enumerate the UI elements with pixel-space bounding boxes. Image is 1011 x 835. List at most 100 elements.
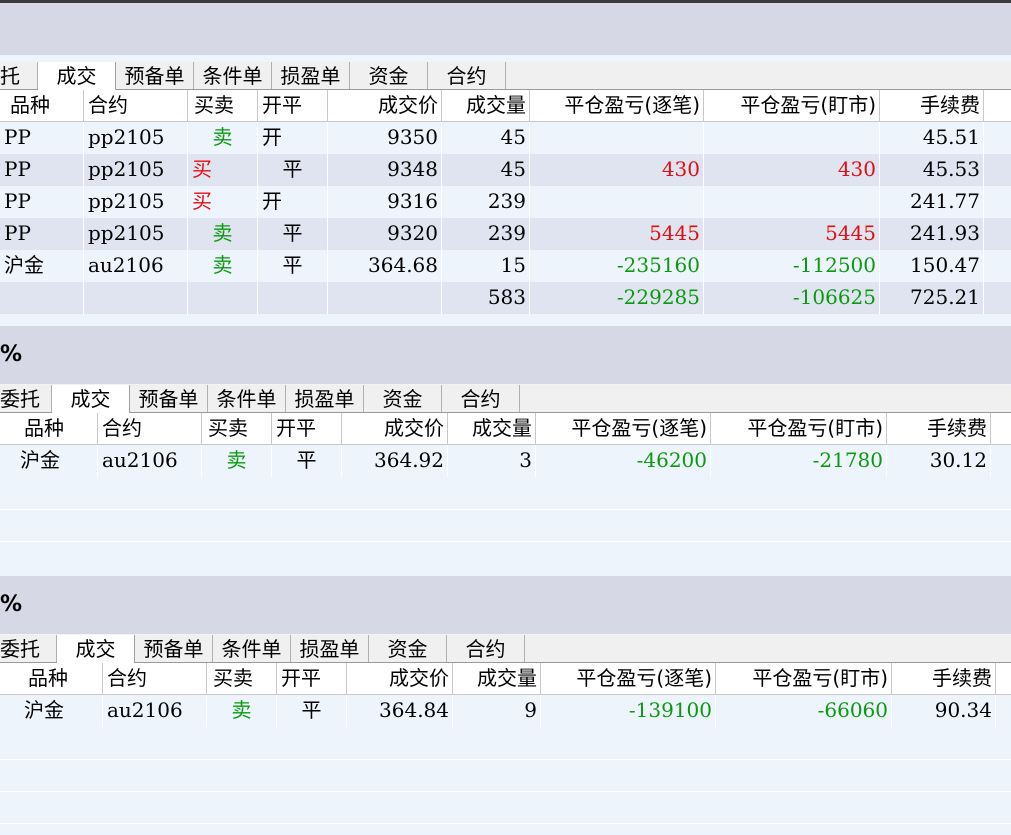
table-row[interactable]: 沪金 au2106 卖 平 364.68 15 -235160 -112500 … bbox=[0, 250, 1011, 282]
cell-fee: 30.12 bbox=[887, 445, 991, 477]
panel-2-table-body: 沪金 au2106 卖 平 364.92 3 -46200 -21780 30.… bbox=[0, 445, 1011, 575]
cell-quantity: 239 bbox=[442, 186, 530, 218]
col-open-close[interactable]: 开平 bbox=[258, 90, 328, 121]
panel-2-percent: % bbox=[0, 342, 23, 367]
table-row[interactable]: PP pp2105 卖 开 9350 45 45.51 bbox=[0, 122, 1011, 154]
cell-side: 卖 bbox=[188, 218, 258, 250]
cell-pnl-mark-to-market: -112500 bbox=[704, 250, 880, 282]
cell-fee: 45.51 bbox=[880, 122, 984, 154]
cell-pnl-by-trade: -46200 bbox=[536, 445, 711, 477]
cell-variety: PP bbox=[0, 154, 84, 186]
totals-row[interactable]: 583 -229285 -106625 725.21 bbox=[0, 282, 1011, 314]
tab-orders[interactable]: 委托 bbox=[0, 635, 57, 662]
cell-side bbox=[188, 282, 258, 314]
col-variety[interactable]: 品种 bbox=[0, 663, 103, 694]
cell-quantity: 9 bbox=[453, 695, 541, 727]
cell-price: 364.68 bbox=[328, 250, 442, 282]
cell-side: 卖 bbox=[202, 445, 272, 477]
cell-total-quantity: 583 bbox=[442, 282, 530, 314]
tab-stop-profit-orders[interactable]: 损盈单 bbox=[272, 62, 350, 89]
col-variety[interactable]: 品种 bbox=[0, 413, 98, 444]
cell-variety: PP bbox=[0, 186, 84, 218]
tab-orders[interactable]: 委托 bbox=[0, 385, 52, 412]
cell-pnl-by-trade: 5445 bbox=[530, 218, 704, 250]
col-side[interactable]: 买卖 bbox=[188, 90, 258, 121]
col-pnl-mark-to-market[interactable]: 平仓盈亏(盯市) bbox=[704, 90, 880, 121]
panel-1-header-band bbox=[0, 3, 1011, 55]
tab-conditional-orders[interactable]: 条件单 bbox=[194, 62, 272, 89]
table-row[interactable]: PP pp2105 买 平 9348 45 430 430 45.53 bbox=[0, 154, 1011, 186]
col-side[interactable]: 买卖 bbox=[207, 663, 277, 694]
col-pnl-by-trade[interactable]: 平仓盈亏(逐笔) bbox=[541, 663, 716, 694]
col-price[interactable]: 成交价 bbox=[328, 90, 442, 121]
cell-fee: 90.34 bbox=[892, 695, 996, 727]
cell-open-close: 平 bbox=[258, 154, 328, 186]
cell-contract: pp2105 bbox=[84, 122, 188, 154]
table-row[interactable]: 沪金 au2106 卖 平 364.84 9 -139100 -66060 90… bbox=[0, 695, 1011, 727]
tab-funds[interactable]: 资金 bbox=[369, 635, 447, 662]
cell-price: 9316 bbox=[328, 186, 442, 218]
cell-contract: au2106 bbox=[84, 250, 188, 282]
table-row[interactable]: 沪金 au2106 卖 平 364.92 3 -46200 -21780 30.… bbox=[0, 445, 1011, 477]
tab-stop-profit-orders[interactable]: 损盈单 bbox=[286, 385, 364, 412]
col-open-close[interactable]: 开平 bbox=[272, 413, 342, 444]
tab-prepared-orders[interactable]: 预备单 bbox=[135, 635, 213, 662]
tab-contracts[interactable]: 合约 bbox=[447, 635, 525, 662]
tab-trades[interactable]: 成交 bbox=[38, 62, 116, 90]
table-row[interactable]: PP pp2105 卖 平 9320 239 5445 5445 241.93 bbox=[0, 218, 1011, 250]
cell-quantity: 3 bbox=[448, 445, 536, 477]
cell-pnl-mark-to-market bbox=[704, 186, 880, 218]
cell-pnl-mark-to-market: -21780 bbox=[711, 445, 887, 477]
cell-pnl-mark-to-market: 5445 bbox=[704, 218, 880, 250]
col-pnl-by-trade[interactable]: 平仓盈亏(逐笔) bbox=[536, 413, 711, 444]
cell-pnl-by-trade: -235160 bbox=[530, 250, 704, 282]
cell-price: 9348 bbox=[328, 154, 442, 186]
col-price[interactable]: 成交价 bbox=[342, 413, 448, 444]
cell-fee: 241.77 bbox=[880, 186, 984, 218]
tab-prepared-orders[interactable]: 预备单 bbox=[116, 62, 194, 89]
panel-2-tabbar: 委托 成交 预备单 条件单 损盈单 资金 合约 bbox=[0, 385, 1011, 413]
cell-variety: PP bbox=[0, 218, 84, 250]
tab-orders[interactable]: 托 bbox=[0, 62, 38, 89]
cell-quantity: 15 bbox=[442, 250, 530, 282]
cell-side: 卖 bbox=[207, 695, 277, 727]
col-price[interactable]: 成交价 bbox=[347, 663, 453, 694]
cell-pnl-mark-to-market bbox=[704, 122, 880, 154]
tab-conditional-orders[interactable]: 条件单 bbox=[208, 385, 286, 412]
col-quantity[interactable]: 成交量 bbox=[442, 90, 530, 121]
cell-open-close: 平 bbox=[277, 695, 347, 727]
cell-open-close bbox=[258, 282, 328, 314]
col-fee[interactable]: 手续费 bbox=[887, 413, 991, 444]
col-pnl-mark-to-market[interactable]: 平仓盈亏(盯市) bbox=[711, 413, 887, 444]
col-fee[interactable]: 手续费 bbox=[880, 90, 984, 121]
col-side[interactable]: 买卖 bbox=[202, 413, 272, 444]
tab-trades[interactable]: 成交 bbox=[57, 635, 135, 663]
tab-contracts[interactable]: 合约 bbox=[428, 62, 506, 89]
tab-stop-profit-orders[interactable]: 损盈单 bbox=[291, 635, 369, 662]
grid-line bbox=[0, 759, 1011, 760]
tab-funds[interactable]: 资金 bbox=[364, 385, 442, 412]
cell-pnl-mark-to-market: 430 bbox=[704, 154, 880, 186]
cell-pnl-mark-to-market: -66060 bbox=[716, 695, 892, 727]
col-contract[interactable]: 合约 bbox=[103, 663, 207, 694]
col-pnl-by-trade[interactable]: 平仓盈亏(逐笔) bbox=[530, 90, 704, 121]
tab-contracts[interactable]: 合约 bbox=[442, 385, 520, 412]
cell-total-fee: 725.21 bbox=[880, 282, 984, 314]
tab-prepared-orders[interactable]: 预备单 bbox=[130, 385, 208, 412]
cell-contract: pp2105 bbox=[84, 186, 188, 218]
col-pnl-mark-to-market[interactable]: 平仓盈亏(盯市) bbox=[716, 663, 892, 694]
col-fee[interactable]: 手续费 bbox=[892, 663, 996, 694]
col-contract[interactable]: 合约 bbox=[98, 413, 202, 444]
col-variety[interactable]: 品种 bbox=[0, 90, 84, 121]
col-contract[interactable]: 合约 bbox=[84, 90, 188, 121]
cell-contract: au2106 bbox=[103, 695, 207, 727]
tab-funds[interactable]: 资金 bbox=[350, 62, 428, 89]
cell-pnl-by-trade bbox=[530, 122, 704, 154]
cell-quantity: 239 bbox=[442, 218, 530, 250]
col-open-close[interactable]: 开平 bbox=[277, 663, 347, 694]
tab-trades[interactable]: 成交 bbox=[52, 385, 130, 413]
col-quantity[interactable]: 成交量 bbox=[453, 663, 541, 694]
col-quantity[interactable]: 成交量 bbox=[448, 413, 536, 444]
tab-conditional-orders[interactable]: 条件单 bbox=[213, 635, 291, 662]
table-row[interactable]: PP pp2105 买 开 9316 239 241.77 bbox=[0, 186, 1011, 218]
